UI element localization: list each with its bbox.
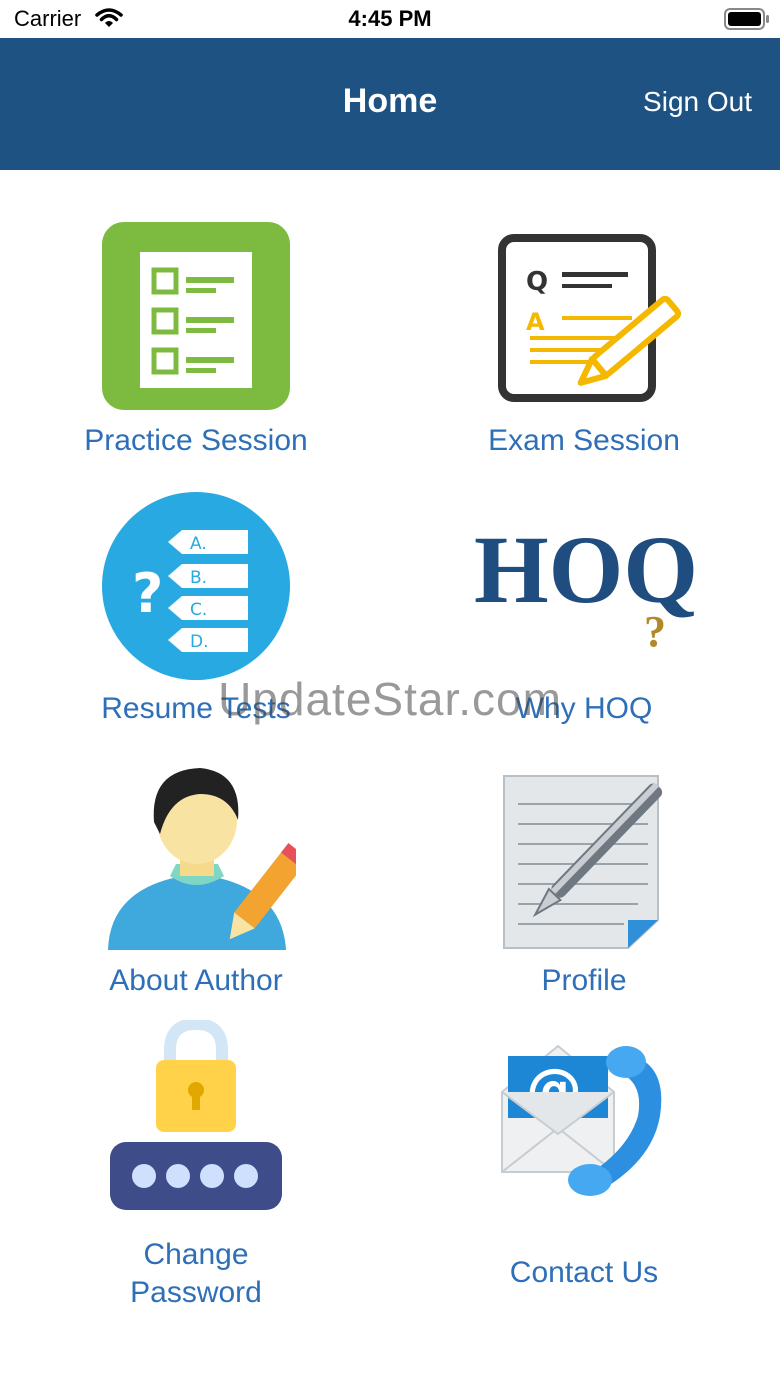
- svg-text:B.: B.: [190, 568, 207, 588]
- checklist-icon: [102, 222, 290, 410]
- watermark: UpdateStar.com: [218, 673, 562, 725]
- email-phone-icon: @: [501, 1044, 662, 1196]
- about-author-label: About Author: [109, 964, 283, 997]
- practice-session-label: Practice Session: [84, 424, 308, 457]
- hoq-logo-icon: HOQ ?: [474, 516, 698, 656]
- contact-us-label: Contact Us: [509, 1256, 659, 1289]
- svg-text:A.: A.: [190, 534, 207, 554]
- exam-session-tile[interactable]: Q A Exam Session: [428, 220, 740, 470]
- clock: 4:45 PM: [348, 6, 432, 31]
- contact-us-tile[interactable]: @ Contact Us: [428, 1018, 740, 1318]
- notepad-pen-icon: [503, 775, 663, 949]
- quiz-options-icon: ? A. B. C. D.: [102, 492, 290, 680]
- svg-text:?: ?: [132, 562, 163, 625]
- status-bar: Carrier 4:45 PM: [0, 0, 780, 38]
- lock-password-icon: [110, 1020, 282, 1210]
- svg-text:C.: C.: [190, 600, 207, 620]
- battery-icon: [724, 8, 769, 30]
- exam-pencil-icon: Q A: [498, 234, 682, 402]
- svg-text:?: ?: [644, 607, 666, 656]
- change-password-label: Change Password: [130, 1238, 262, 1309]
- svg-text:A: A: [526, 308, 545, 336]
- navigation-bar: Home Sign Out: [0, 38, 780, 170]
- svg-text:D.: D.: [190, 632, 209, 652]
- profile-label: Profile: [541, 964, 627, 997]
- profile-tile[interactable]: Profile: [428, 760, 740, 1010]
- author-icon: [108, 768, 296, 950]
- about-author-tile[interactable]: About Author: [40, 760, 352, 1010]
- change-password-tile[interactable]: Change Password: [40, 1018, 352, 1318]
- practice-session-tile[interactable]: Practice Session: [40, 220, 352, 470]
- sign-out-button[interactable]: Sign Out: [643, 86, 752, 118]
- exam-session-label: Exam Session: [488, 424, 680, 457]
- svg-text:Q: Q: [526, 267, 548, 297]
